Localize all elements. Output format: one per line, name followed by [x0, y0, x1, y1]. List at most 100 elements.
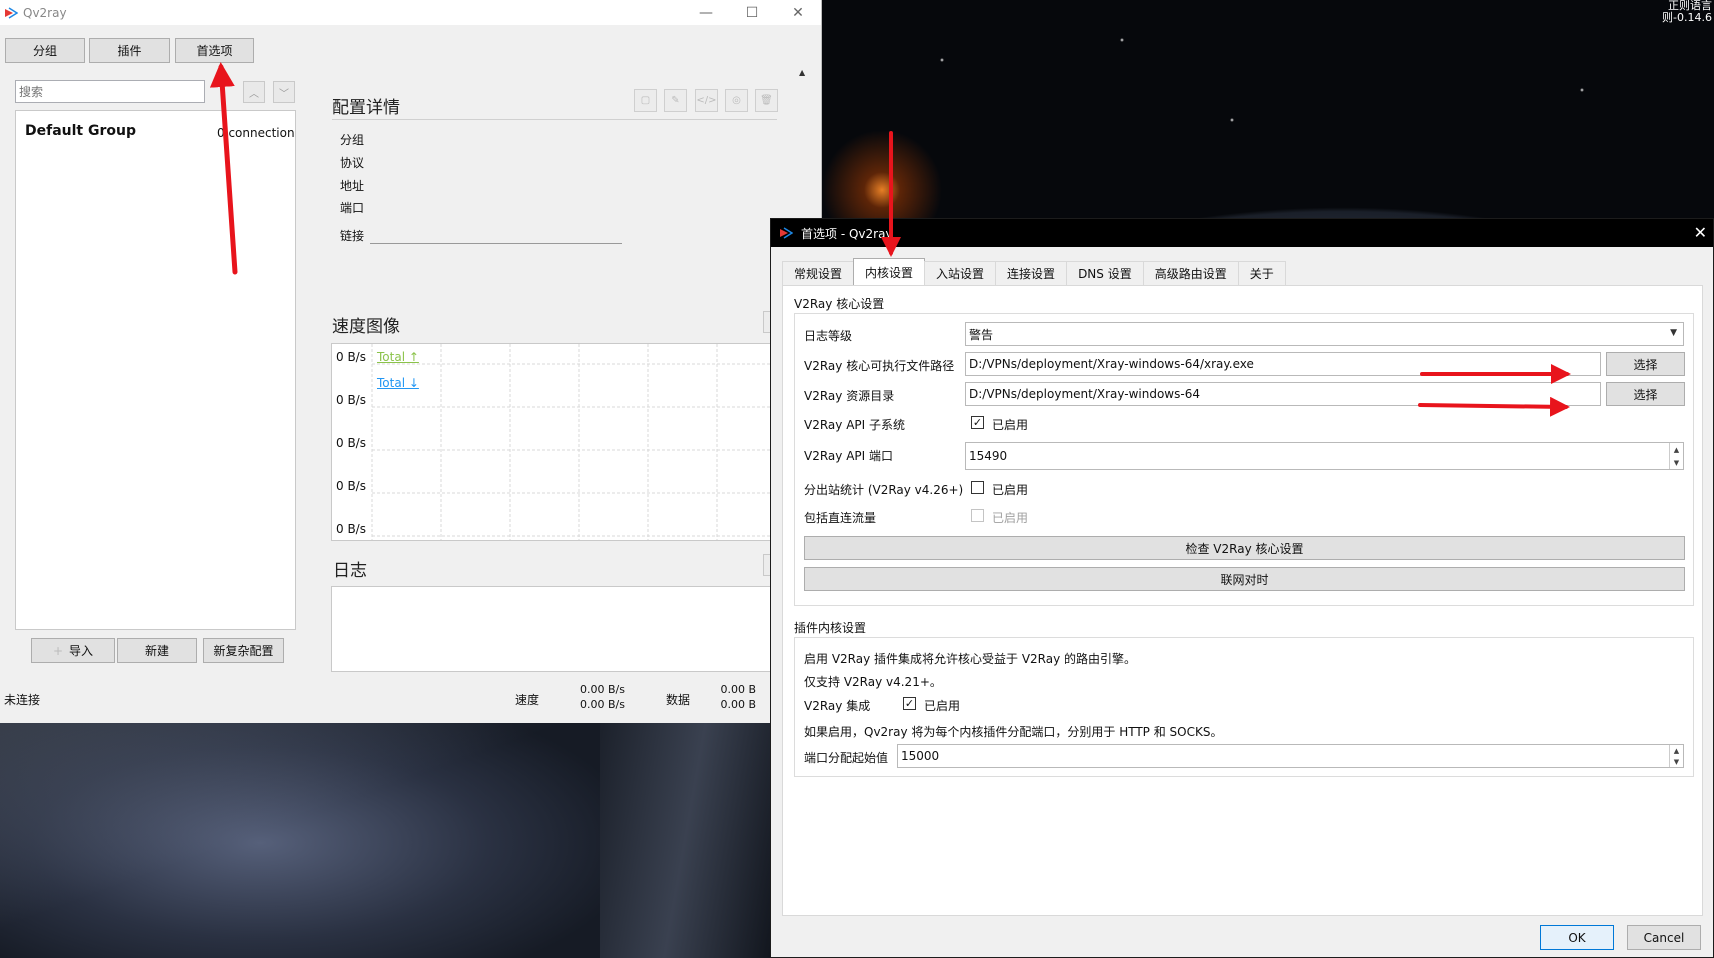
minimize-icon[interactable]: —	[683, 0, 729, 25]
direct-traffic-label: 包括直连流量	[804, 511, 877, 525]
speed-up-value: 0.00 B/s	[580, 683, 625, 696]
close-icon[interactable]: ✕	[775, 0, 821, 25]
desktop-wallpaper-top: 正则语言 则-0.14.6	[822, 0, 1714, 220]
maximize-icon[interactable]: ☐	[729, 0, 775, 25]
tab-connection[interactable]: 连接设置	[995, 261, 1068, 285]
group-name[interactable]: Default Group	[25, 123, 136, 139]
legend-total-download: Total ↓	[377, 376, 419, 390]
api-subsystem-label: V2Ray API 子系统	[804, 418, 905, 432]
move-down-icon[interactable]: ﹀	[273, 81, 295, 103]
outbound-stats-enabled-label: 已启用	[992, 483, 1029, 497]
new-complex-config-button[interactable]: 新复杂配置	[203, 638, 284, 663]
speed-chart-grid	[371, 344, 770, 540]
check-core-settings-button[interactable]: 检查 V2Ray 核心设置	[804, 536, 1685, 560]
preferences-tabs: 常规设置 内核设置 入站设置 连接设置 DNS 设置 高级路由设置 关于	[782, 258, 1286, 285]
v2ray-integration-enabled-label: 已启用	[924, 699, 961, 713]
plugin-desc-3: 如果启用，Qv2ray 将为每个内核插件分配端口，分别用于 HTTP 和 SOC…	[804, 725, 1223, 739]
exe-path-input[interactable]: D:/VPNs/deployment/Xray-windows-64/xray.…	[965, 352, 1601, 376]
qv2ray-logo-icon	[780, 227, 793, 239]
log-level-select[interactable]: 警告 ▼	[965, 322, 1684, 346]
tab-about[interactable]: 关于	[1237, 261, 1286, 285]
move-up-icon[interactable]: ︿	[243, 81, 265, 103]
outbound-stats-label: 分出站统计 (V2Ray v4.26+)	[804, 483, 964, 497]
log-level-label: 日志等级	[804, 329, 853, 343]
qr-code-icon[interactable]: ▢	[634, 89, 657, 112]
v2ray-integration-checkbox[interactable]: ✓	[903, 697, 916, 710]
plugin-desc-1: 启用 V2Ray 插件集成将允许核心受益于 V2Ray 的路由引擎。	[804, 652, 1137, 666]
plugin-desc-2: 仅支持 V2Ray v4.21+。	[804, 675, 942, 689]
ok-button[interactable]: OK	[1540, 925, 1614, 950]
asset-dir-label: V2Ray 资源目录	[804, 389, 895, 403]
cancel-button[interactable]: Cancel	[1627, 925, 1701, 950]
y-tick-label: 0 B/s	[336, 522, 366, 536]
import-button[interactable]: + 导入	[31, 638, 115, 663]
api-port-value: 15490	[969, 449, 1008, 463]
window-controls: — ☐ ✕	[683, 0, 821, 25]
api-port-input[interactable]: 15490 ▲ ▼	[965, 442, 1684, 470]
main-window-title: Qv2ray	[23, 5, 67, 20]
tab-kernel[interactable]: 内核设置	[853, 258, 926, 285]
desktop-corner-text: 正则语言 则-0.14.6	[1662, 0, 1712, 24]
v2ray-integration-label: V2Ray 集成	[804, 699, 871, 713]
data-values: 0.00 B 0.00 B	[700, 682, 756, 712]
tab-advanced-routing[interactable]: 高级路由设置	[1142, 261, 1239, 285]
plugins-button[interactable]: 插件	[89, 38, 170, 63]
direct-traffic-enabled-label: 已启用	[992, 511, 1029, 525]
import-label: 导入	[69, 644, 94, 658]
preferences-dialog: 首选项 - Qv2ray ✕ 常规设置 内核设置 入站设置 连接设置 DNS 设…	[770, 218, 1714, 958]
api-subsystem-enabled-label: 已启用	[992, 418, 1029, 432]
direct-traffic-checkbox[interactable]	[971, 509, 984, 522]
api-port-label: V2Ray API 端口	[804, 449, 893, 463]
preferences-title: 首选项 - Qv2ray	[801, 226, 893, 241]
legend-total-upload: Total ↑	[377, 350, 419, 364]
search-input[interactable]	[15, 80, 205, 103]
browse-asset-button[interactable]: 选择	[1606, 382, 1685, 406]
speed-down-value: 0.00 B/s	[580, 698, 625, 711]
delete-icon[interactable]: 🗑	[755, 89, 778, 112]
ping-icon[interactable]: ◎	[725, 89, 748, 112]
main-window: Qv2ray — ☐ ✕ 分组 插件 首选项 ︿ ﹀ Default Group…	[0, 0, 822, 723]
api-subsystem-checkbox[interactable]: ✓	[971, 416, 984, 429]
core-section-title: V2Ray 核心设置	[794, 297, 885, 311]
scroll-up-icon[interactable]: ▲	[799, 68, 811, 80]
tab-inbound[interactable]: 入站设置	[924, 261, 997, 285]
data-label: 数据	[666, 693, 691, 707]
browse-exe-button[interactable]: 选择	[1606, 352, 1685, 376]
new-connection-button[interactable]: 新建	[117, 638, 197, 663]
speed-chart: 0 B/s 0 B/s 0 B/s 0 B/s 0 B/s Total ↑ To…	[331, 343, 771, 541]
detail-group-label: 分组	[340, 133, 365, 147]
connection-group-list[interactable]: Default Group 0 connection	[15, 110, 296, 630]
config-details-title: 配置详情	[332, 98, 400, 118]
speed-values: 0.00 B/s 0.00 B/s	[565, 682, 625, 712]
preferences-titlebar[interactable]: 首选项 - Qv2ray	[771, 219, 1713, 247]
detail-address-label: 地址	[340, 179, 365, 193]
log-area[interactable]	[331, 586, 771, 672]
tab-general[interactable]: 常规设置	[782, 261, 855, 285]
y-tick-label: 0 B/s	[336, 479, 366, 493]
plugin-section-title: 插件内核设置	[794, 621, 867, 635]
spinner-arrows-icon[interactable]: ▲ ▼	[1669, 443, 1683, 469]
spinner-arrows-icon[interactable]: ▲ ▼	[1669, 745, 1683, 767]
chevron-down-icon: ▼	[1670, 328, 1677, 338]
asset-dir-input[interactable]: D:/VPNs/deployment/Xray-windows-64	[965, 382, 1601, 406]
group-button[interactable]: 分组	[5, 38, 85, 63]
connection-status: 未连接	[4, 693, 41, 707]
details-divider	[332, 119, 777, 120]
log-title: 日志	[333, 561, 367, 581]
json-edit-icon[interactable]: </>	[695, 89, 718, 112]
speed-chart-title: 速度图像	[332, 317, 400, 337]
outbound-stats-checkbox[interactable]	[971, 481, 984, 494]
link-value-line	[370, 243, 622, 244]
edit-icon[interactable]: ✎	[664, 89, 687, 112]
desktop-wallpaper-rock	[600, 723, 770, 958]
speed-label: 速度	[515, 693, 540, 707]
log-level-value: 警告	[969, 327, 994, 342]
exe-path-label: V2Ray 核心可执行文件路径	[804, 359, 955, 373]
tab-dns[interactable]: DNS 设置	[1066, 261, 1144, 285]
close-icon[interactable]: ✕	[1694, 223, 1707, 242]
preferences-button[interactable]: 首选项	[175, 38, 254, 63]
port-start-input[interactable]: 15000 ▲ ▼	[897, 744, 1684, 768]
sync-time-button[interactable]: 联网对时	[804, 567, 1685, 591]
port-start-value: 15000	[901, 749, 940, 763]
detail-port-label: 端口	[340, 201, 365, 215]
